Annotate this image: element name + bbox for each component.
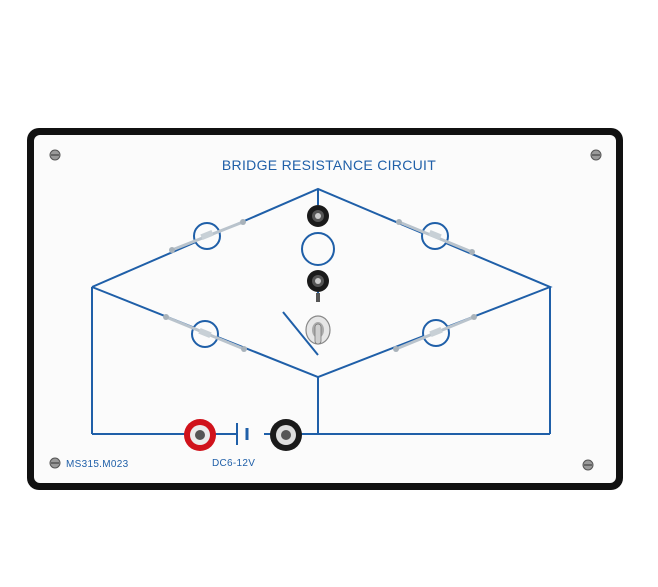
voltage-label: DC6-12V [212,458,256,469]
panel-face [34,135,616,483]
knife-switch-icon [305,315,331,345]
socket-icon [307,205,329,227]
screw-icon [49,457,61,469]
screw-icon [582,459,594,471]
plug-pin-icon [316,293,320,302]
circuit-board-panel [27,128,623,490]
panel-title: BRIDGE RESISTANCE CIRCUIT [221,157,437,173]
product-photo: BRIDGE RESISTANCE CIRCUIT MS315.M023 DC6… [0,0,658,587]
red-socket-icon [184,419,216,451]
black-socket-icon [270,419,302,451]
model-number-label: MS315.M023 [66,459,129,470]
socket-icon [307,270,329,292]
bulb-holder-icon [301,232,335,266]
